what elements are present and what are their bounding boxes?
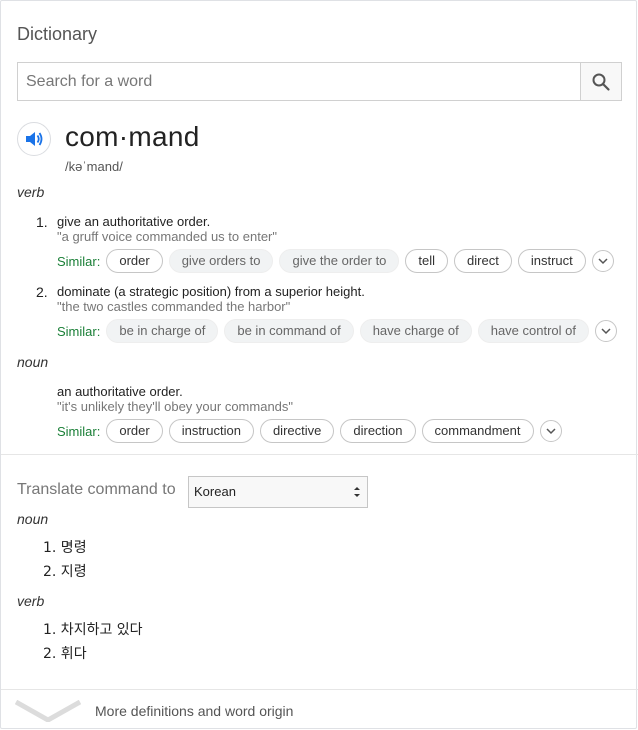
dictionary-card: Dictionary com·mand /kəˈmand/ verb 1. gi… [0,0,638,729]
synonym-chip[interactable]: order [106,249,163,273]
chevron-down-icon [545,427,556,434]
synonym-chip[interactable]: instruction [168,419,254,443]
search-icon [592,73,610,91]
chevron-down-icon [601,327,611,334]
similar-label: Similar: [57,323,101,339]
part-of-speech: noun [17,354,49,370]
card-title: Dictionary [17,24,98,44]
language-select[interactable]: Korean [188,476,368,508]
translation-pos: verb [17,593,45,609]
example: "the two castles commanded the harbor" [57,299,291,314]
headword: com·mand [65,121,200,152]
sense-number: 1. [36,214,48,230]
synonym-chip[interactable]: have charge of [359,319,472,343]
pronounce-button[interactable] [17,122,51,156]
search-button[interactable] [580,63,621,100]
expand-synonyms-button[interactable] [595,320,617,342]
synonym-chip[interactable]: give the order to [279,249,400,273]
synonym-chip[interactable]: be in command of [224,319,354,343]
example: "a gruff voice commanded us to enter" [57,229,277,244]
synonym-chip[interactable]: direct [454,249,512,273]
similar-label: Similar: [57,253,101,269]
translate-label: Translate command to [17,481,176,498]
definition: an authoritative order. [57,384,183,399]
expand-synonyms-button[interactable] [539,420,562,442]
synonym-chip[interactable]: direction [340,419,416,443]
synonym-chip[interactable]: instruct [517,249,586,273]
synonym-chip[interactable]: have control of [477,319,589,343]
example: "it's unlikely they'll obey your command… [57,399,294,414]
synonym-chip[interactable]: directive [259,419,335,443]
divider [1,454,638,455]
speaker-icon [26,132,43,146]
synonym-chip[interactable]: order [106,419,163,443]
chevron-down-icon [598,257,608,264]
similar-row: Similar: order instruction directive dir… [57,419,562,443]
synonym-chip[interactable]: tell [405,249,449,273]
sense-number: 2. [36,284,48,300]
translation-item: 1. 차지하고 있다 [43,622,143,638]
translation-item: 2. 지령 [43,564,87,580]
more-definitions-link[interactable]: More definitions and word origin [95,703,293,719]
translation-pos: noun [17,511,49,527]
select-arrows-icon [354,487,360,497]
expand-synonyms-button[interactable] [591,250,614,272]
translation-item: 1. 명령 [43,540,87,556]
phonetic: /kəˈmand/ [65,159,123,174]
translation-item: 2. 휘다 [43,646,87,662]
synonym-chip[interactable]: be in charge of [106,319,219,343]
similar-row: Similar: order give orders to give the o… [57,249,614,273]
expand-chevron-icon[interactable] [15,700,81,722]
divider [1,689,638,690]
part-of-speech: verb [17,184,45,200]
definition: give an authoritative order. [57,214,211,229]
synonym-chip[interactable]: give orders to [168,249,274,273]
language-select-value: Korean [194,484,236,499]
similar-label: Similar: [57,423,101,439]
synonym-chip[interactable]: commandment [421,419,534,443]
similar-row: Similar: be in charge of be in command o… [57,319,617,343]
definition: dominate (a strategic position) from a s… [57,284,365,299]
search-box [17,62,622,101]
search-input[interactable] [18,63,581,100]
